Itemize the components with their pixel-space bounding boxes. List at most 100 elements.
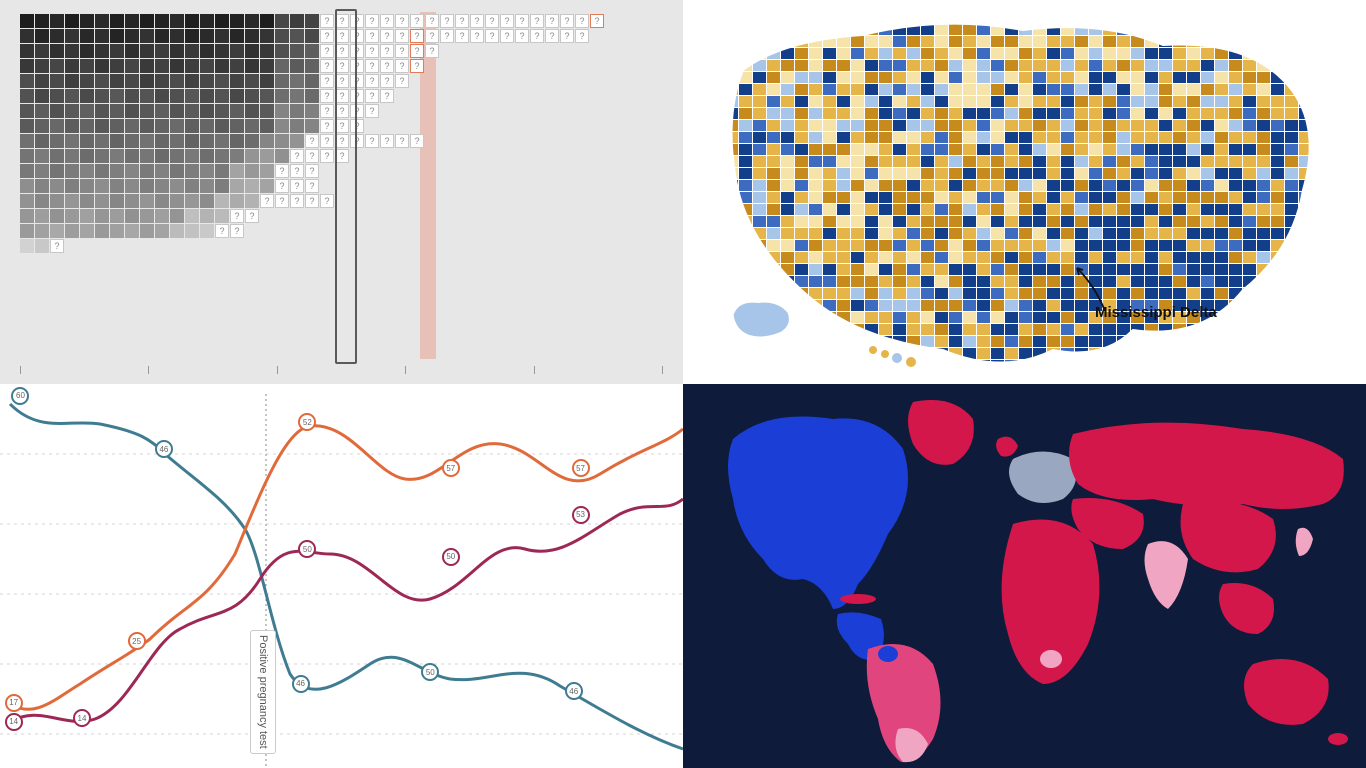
county-cell: [991, 72, 1004, 83]
county-cell: [1187, 24, 1200, 35]
county-cell: [1299, 288, 1312, 299]
county-cell: [1173, 96, 1186, 107]
county-cell: [1229, 264, 1242, 275]
county-cell: [1341, 288, 1354, 299]
county-cell: [753, 12, 766, 23]
county-cell: [921, 36, 934, 47]
county-cell: [1075, 24, 1088, 35]
known-cell: [125, 149, 139, 163]
unknown-cell: ?: [320, 134, 334, 148]
county-cell: [963, 144, 976, 155]
known-cell: [215, 14, 229, 28]
county-cell: [1187, 204, 1200, 215]
county-cell: [963, 252, 976, 263]
county-cell: [1089, 228, 1102, 239]
county-cell: [1089, 36, 1102, 47]
known-cell: [140, 164, 154, 178]
county-cell: [1355, 12, 1366, 23]
county-cell: [935, 180, 948, 191]
county-cell: [1103, 240, 1116, 251]
known-cell: [65, 29, 79, 43]
matrix-row: ??????: [20, 74, 663, 88]
county-cell: [907, 252, 920, 263]
county-cell: [1313, 312, 1326, 323]
county-cell: [1019, 96, 1032, 107]
county-cell: [683, 36, 696, 47]
county-cell: [1327, 252, 1340, 263]
county-cell: [1019, 288, 1032, 299]
county-cell: [1173, 372, 1186, 383]
county-cell: [1005, 156, 1018, 167]
known-cell: [35, 59, 49, 73]
county-cell: [1299, 48, 1312, 59]
known-cell: [275, 74, 289, 88]
county-cell: [1257, 108, 1270, 119]
county-cell: [851, 204, 864, 215]
county-cell: [1089, 72, 1102, 83]
county-cell: [977, 156, 990, 167]
known-cell: [140, 134, 154, 148]
county-cell: [1201, 24, 1214, 35]
county-cell: [1355, 240, 1366, 251]
county-cell: [1145, 336, 1158, 347]
county-cell: [739, 252, 752, 263]
county-cell: [865, 144, 878, 155]
county-cell: [1327, 192, 1340, 203]
known-cell: [35, 119, 49, 133]
county-cell: [1033, 120, 1046, 131]
known-cell: [245, 89, 259, 103]
county-cell: [1173, 252, 1186, 263]
county-cell: [1145, 360, 1158, 371]
known-cell: [275, 44, 289, 58]
county-cell: [837, 264, 850, 275]
matrix-row: ??????????????????: [20, 29, 663, 43]
county-cell: [809, 240, 822, 251]
county-cell: [809, 108, 822, 119]
county-cell: [725, 288, 738, 299]
county-cell: [1327, 264, 1340, 275]
known-cell: [20, 119, 34, 133]
county-cell: [1271, 204, 1284, 215]
county-cell: [907, 276, 920, 287]
county-cell: [1103, 372, 1116, 383]
known-cell: [185, 149, 199, 163]
county-cell: [977, 216, 990, 227]
county-cell: [809, 168, 822, 179]
county-cell: [1187, 84, 1200, 95]
county-cell: [739, 0, 752, 11]
county-cell: [795, 372, 808, 383]
panel-world-choropleth: [683, 384, 1366, 768]
county-cell: [697, 48, 710, 59]
known-cell: [215, 134, 229, 148]
county-cell: [851, 120, 864, 131]
county-cell: [1047, 120, 1060, 131]
county-cell: [809, 228, 822, 239]
county-cell: [1019, 36, 1032, 47]
county-cell: [697, 168, 710, 179]
county-cell: [1187, 72, 1200, 83]
county-cell: [1187, 144, 1200, 155]
county-cell: [963, 228, 976, 239]
county-cell: [1327, 228, 1340, 239]
county-cell: [991, 96, 1004, 107]
matrix-row: ????????: [20, 134, 663, 148]
county-cell: [697, 324, 710, 335]
county-cell: [1117, 84, 1130, 95]
county-cell: [935, 84, 948, 95]
county-cell: [977, 348, 990, 359]
county-cell: [1173, 156, 1186, 167]
county-cell: [781, 0, 794, 11]
county-cell: [1341, 156, 1354, 167]
county-cell: [1341, 120, 1354, 131]
county-cell: [1145, 276, 1158, 287]
county-cell: [893, 96, 906, 107]
county-cell: [1257, 36, 1270, 47]
known-cell: [200, 29, 214, 43]
county-cell: [1229, 36, 1242, 47]
county-cell: [991, 312, 1004, 323]
county-cell: [1355, 192, 1366, 203]
county-cell: [795, 252, 808, 263]
unknown-cell: ?: [245, 209, 259, 223]
county-cell: [1159, 96, 1172, 107]
county-cell: [1075, 156, 1088, 167]
